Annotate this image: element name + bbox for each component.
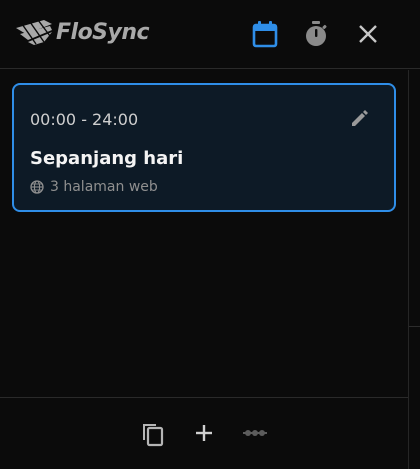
app-logo: FloSync <box>14 18 150 46</box>
timer-icon <box>306 21 327 46</box>
close-icon <box>359 25 377 43</box>
header: FloSync <box>0 0 420 69</box>
calendar-icon <box>252 21 278 48</box>
close-button[interactable] <box>354 20 382 48</box>
copy-icon <box>143 424 164 447</box>
bottom-toolbar <box>0 397 408 469</box>
schedule-meta: 3 halaman web <box>30 179 158 195</box>
schedule-item-card[interactable]: 00:00 - 24:00 Sepanjang hari 3 halaman w… <box>12 83 396 212</box>
scrollbar[interactable] <box>408 70 420 469</box>
edit-button[interactable] <box>349 107 371 129</box>
more-icon <box>243 430 267 436</box>
globe-icon <box>30 180 44 194</box>
app-window: FloSync 00:00 - 24:00 Sepanjang hari 3 h… <box>0 0 420 469</box>
calendar-button[interactable] <box>251 20 279 48</box>
copy-button[interactable] <box>139 419 167 447</box>
schedule-title: Sepanjang hari <box>30 148 184 169</box>
app-name: FloSync <box>56 19 150 45</box>
scrollbar-thumb[interactable] <box>409 326 420 327</box>
timer-button[interactable] <box>302 20 330 48</box>
add-button[interactable] <box>190 419 218 447</box>
schedule-page-count: 3 halaman web <box>50 179 158 195</box>
schedule-time-range: 00:00 - 24:00 <box>30 110 139 129</box>
link-button[interactable] <box>241 419 269 447</box>
logo-mark-icon <box>16 19 52 45</box>
add-icon <box>196 425 212 441</box>
pencil-icon <box>352 110 368 126</box>
